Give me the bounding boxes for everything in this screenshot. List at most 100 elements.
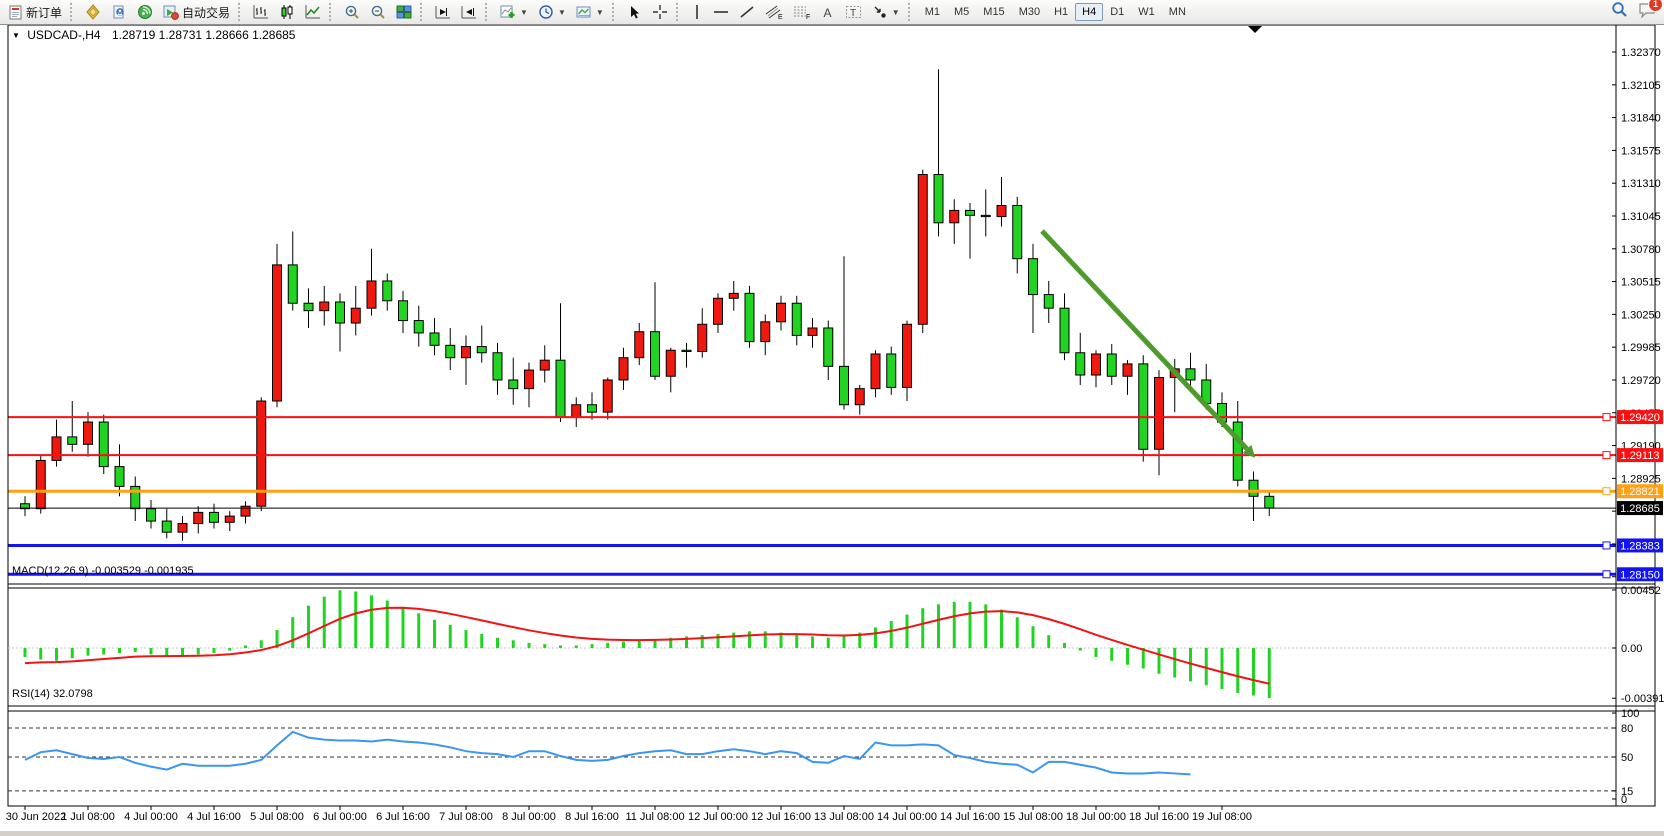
auto-scroll-button[interactable] <box>430 1 456 24</box>
svg-text:1.31310: 1.31310 <box>1621 178 1661 190</box>
svg-text:1.31045: 1.31045 <box>1621 211 1661 223</box>
auto-trading-label: 自动交易 <box>182 4 230 21</box>
zoom-out-button[interactable] <box>365 1 391 24</box>
chevron-down-icon: ▼ <box>596 8 604 17</box>
arrows-icon <box>872 4 888 20</box>
periods-button[interactable]: ▼ <box>533 1 571 24</box>
timeframe-d1-button[interactable]: D1 <box>1103 3 1131 21</box>
svg-text:1.30250: 1.30250 <box>1621 309 1661 321</box>
svg-text:18 Jul 00:00: 18 Jul 00:00 <box>1066 811 1126 823</box>
svg-text:4 Jul 00:00: 4 Jul 00:00 <box>124 811 178 823</box>
fibonacci-tool-button[interactable]: F <box>788 1 816 24</box>
svg-text:13 Jul 08:00: 13 Jul 08:00 <box>814 811 874 823</box>
channel-tool-button[interactable]: E <box>760 1 788 24</box>
cursor-tool-button[interactable] <box>622 1 647 24</box>
chart-window: ▼ USDCAD-,H4 1.28719 1.28731 1.28666 1.2… <box>0 25 1664 831</box>
line-handle <box>1603 452 1610 459</box>
new-order-button[interactable]: 新订单 <box>3 1 67 24</box>
svg-text:14 Jul 00:00: 14 Jul 00:00 <box>877 811 937 823</box>
svg-text:4 Jul 16:00: 4 Jul 16:00 <box>187 811 241 823</box>
svg-text:1.28821: 1.28821 <box>1620 486 1660 498</box>
svg-text:12 Jul 16:00: 12 Jul 16:00 <box>751 811 811 823</box>
timeframe-m30-button[interactable]: M30 <box>1012 3 1047 21</box>
toolbar-grip <box>676 3 683 21</box>
text-icon: A <box>821 5 835 20</box>
timeframe-m15-button[interactable]: M15 <box>976 3 1011 21</box>
price-level-badge: 1.28383 <box>1617 538 1663 552</box>
trendline-icon <box>739 4 755 20</box>
signal-icon <box>137 4 153 20</box>
toolbar-grip <box>908 3 915 21</box>
add-indicator-button[interactable]: ▼ <box>495 1 533 24</box>
trendline-tool-button[interactable] <box>734 1 760 24</box>
chevron-down-icon: ▼ <box>892 8 900 17</box>
periods-clock-icon <box>538 4 554 20</box>
search-icon[interactable] <box>1611 1 1628 23</box>
seal-icon <box>85 4 101 20</box>
new-order-icon <box>8 5 23 20</box>
svg-text:A: A <box>823 6 831 20</box>
text-label-icon: T <box>845 4 862 20</box>
chart-ohlc-quote: 1.28719 1.28731 1.28666 1.28685 <box>112 28 296 42</box>
notifications-button[interactable]: 1 <box>1638 2 1656 23</box>
svg-text:1.32370: 1.32370 <box>1621 47 1661 59</box>
zoom-in-button[interactable] <box>339 1 365 24</box>
timeframe-h1-button[interactable]: H1 <box>1047 3 1075 21</box>
timeframe-h4-button[interactable]: H4 <box>1075 3 1103 21</box>
chart-shift-icon <box>461 4 477 20</box>
strategy-tester-button[interactable] <box>132 1 158 24</box>
timeframe-mn-button[interactable]: MN <box>1162 3 1193 21</box>
toolbar-grip <box>612 3 619 21</box>
chart-title-bar[interactable]: ▼ USDCAD-,H4 1.28719 1.28731 1.28666 1.2… <box>12 28 295 42</box>
svg-text:1.32105: 1.32105 <box>1621 80 1661 92</box>
toolbar-grip <box>70 3 77 21</box>
svg-text:1.29113: 1.29113 <box>1621 450 1660 462</box>
chevron-down-icon: ▼ <box>520 8 528 17</box>
auto-trading-button[interactable]: 自动交易 <box>158 1 235 24</box>
data-window-button[interactable] <box>106 1 132 24</box>
chart-shift-button[interactable] <box>456 1 482 24</box>
text-tool-button[interactable]: A <box>816 1 840 24</box>
toolbar-grip <box>485 3 492 21</box>
horizontal-line-tool-button[interactable] <box>708 1 734 24</box>
candlestick-mode-button[interactable] <box>274 1 300 24</box>
autotrade-icon <box>163 4 179 20</box>
template-button[interactable]: ▼ <box>571 1 609 24</box>
svg-text:100: 100 <box>1621 708 1639 720</box>
crosshair-tool-button[interactable] <box>647 1 673 24</box>
svg-text:1.29985: 1.29985 <box>1621 342 1661 354</box>
market-watch-button[interactable] <box>80 1 106 24</box>
price-chart-canvas[interactable]: 1.323701.321051.318401.315751.313101.310… <box>0 25 1664 831</box>
svg-text:T: T <box>850 8 856 19</box>
add-indicator-icon <box>500 4 516 20</box>
crosshair-icon <box>652 4 668 20</box>
candlestick-icon <box>279 4 295 20</box>
auto-arrange-icon <box>435 4 451 20</box>
svg-text:1 Jul 08:00: 1 Jul 08:00 <box>61 811 115 823</box>
svg-text:1.28150: 1.28150 <box>1620 569 1660 581</box>
price-level-badge: 1.28150 <box>1617 567 1663 581</box>
timeframe-w1-button[interactable]: W1 <box>1131 3 1162 21</box>
svg-text:19 Jul 08:00: 19 Jul 08:00 <box>1192 811 1252 823</box>
svg-text:6 Jul 16:00: 6 Jul 16:00 <box>376 811 430 823</box>
svg-text:1.28685: 1.28685 <box>1620 503 1660 515</box>
timeframe-m5-button[interactable]: M5 <box>947 3 976 21</box>
vertical-line-icon <box>691 4 703 20</box>
vertical-line-tool-button[interactable] <box>686 1 708 24</box>
tile-windows-button[interactable] <box>391 1 417 24</box>
timeframe-m1-button[interactable]: M1 <box>918 3 947 21</box>
zoom-in-icon <box>344 4 360 20</box>
svg-text:1.31840: 1.31840 <box>1621 113 1661 125</box>
timeframe-buttons: M1M5M15M30H1H4D1W1MN <box>918 3 1193 21</box>
svg-text:7 Jul 08:00: 7 Jul 08:00 <box>439 811 493 823</box>
text-label-tool-button[interactable]: T <box>840 1 867 24</box>
line-chart-mode-button[interactable] <box>300 1 326 24</box>
arrows-tool-button[interactable]: ▼ <box>867 1 905 24</box>
main-toolbar: 新订单 自动交易 ▼ ▼ ▼ E F A T ▼ M1M5M15M30H1H4D… <box>0 0 1664 25</box>
svg-text:11 Jul 08:00: 11 Jul 08:00 <box>625 811 684 823</box>
bar-chart-icon <box>253 4 269 20</box>
svg-text:6 Jul 00:00: 6 Jul 00:00 <box>313 811 367 823</box>
bar-chart-mode-button[interactable] <box>248 1 274 24</box>
svg-text:1.30515: 1.30515 <box>1621 277 1661 289</box>
zoom-out-icon <box>370 4 386 20</box>
